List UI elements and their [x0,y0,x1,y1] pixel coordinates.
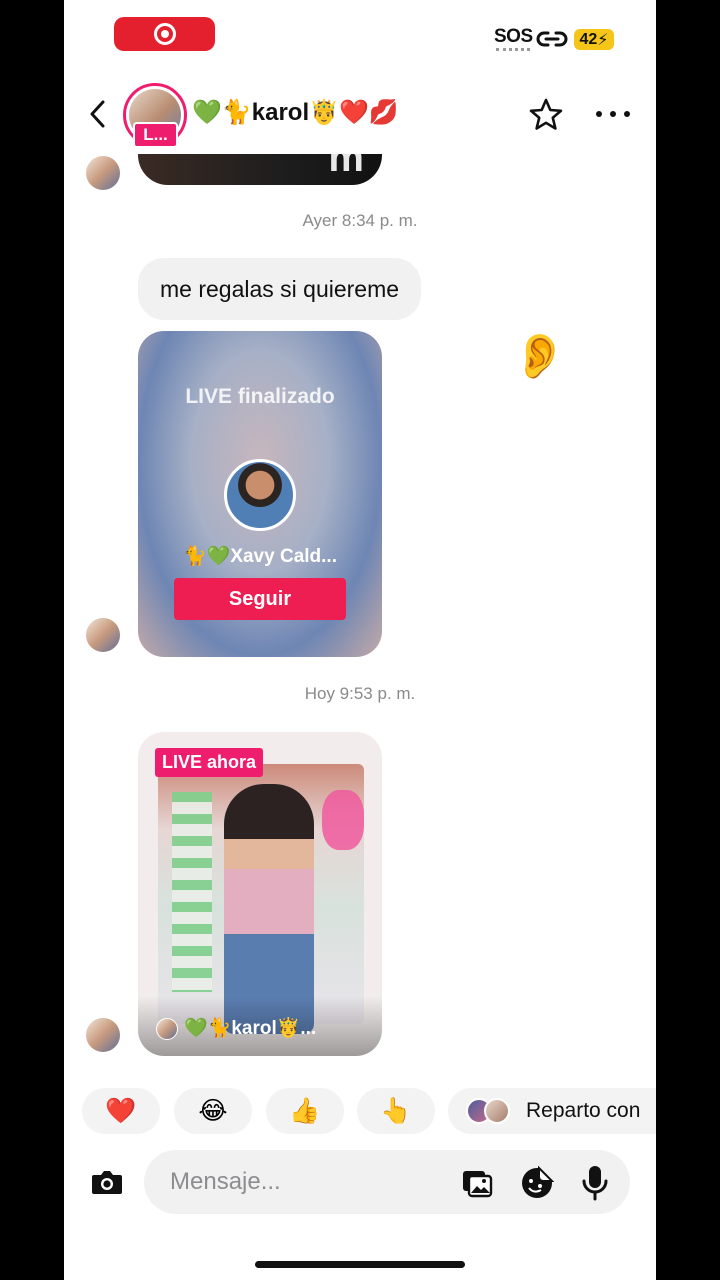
status-bar: SOS 42 ⚡ [64,0,656,80]
message-composer [64,1150,656,1216]
streamer-avatar[interactable] [224,459,296,531]
record-icon [153,23,176,45]
live-badge: L... [133,122,178,148]
home-indicator[interactable] [255,1261,465,1268]
more-icon[interactable] [596,104,630,124]
thumbnail-decoration [322,790,364,850]
live-now-badge: LIVE ahora [155,748,264,777]
live-ended-card[interactable]: LIVE finalizado 🐈💚Xavy Cald... Seguir [138,331,382,657]
sender-avatar[interactable] [84,154,122,192]
charging-icon: ⚡ [597,31,609,49]
thumbnail-background-shelf [172,792,212,992]
follow-button[interactable]: Seguir [174,578,346,620]
star-icon[interactable] [528,97,564,133]
quick-reaction-laugh[interactable]: 😂 [174,1088,252,1134]
streamer-avatar-small [156,1018,178,1040]
contact-name[interactable]: 💚🐈karol🤴❤️💋 [192,98,399,127]
screen-recording-indicator[interactable] [114,17,215,51]
message-reaction[interactable]: 👂 [512,330,567,382]
streamer-name: 💚🐈karol🤴... [184,1018,317,1039]
previous-media-message[interactable]: m [138,152,382,185]
live-now-card[interactable]: LIVE ahora 💚🐈karol🤴... [138,732,382,1056]
sender-avatar[interactable] [84,1016,122,1054]
streamer-name: 🐈💚Xavy Cald... [183,546,337,567]
sos-label: SOS [494,26,533,47]
battery-indicator: 42 ⚡ [574,29,614,50]
gallery-icon[interactable] [460,1166,494,1200]
signal-dots [496,48,530,51]
share-label: Reparto con [526,1099,641,1122]
quick-reaction-heart[interactable]: ❤️ [82,1088,160,1134]
message-bubble[interactable]: me regalas si quiereme [138,258,422,320]
message-list[interactable]: m Ayer 8:34 p. m. me regalas si quiereme… [64,150,656,1080]
quick-reaction-thumbs-up[interactable]: 👍 [266,1088,344,1134]
camera-icon[interactable] [90,1167,124,1197]
dot [610,111,616,117]
sticker-icon[interactable] [520,1166,554,1200]
dot [624,111,630,117]
timestamp: Ayer 8:34 p. m. [302,211,418,230]
message-input[interactable] [170,1150,430,1214]
link-icon [536,31,568,47]
mic-icon[interactable] [580,1164,610,1202]
quick-reactions: ❤️ 😂 👍 👆 Reparto con [64,1088,656,1136]
chat-screen: SOS 42 ⚡ L... 💚🐈karol🤴❤️💋 m Ayer 8:34 p.… [64,0,656,1280]
battery-level: 42 [579,30,598,48]
share-live-button[interactable]: Reparto con [448,1088,656,1134]
live-ended-title: LIVE finalizado [185,385,335,408]
chat-header: L... 💚🐈karol🤴❤️💋 [64,80,656,154]
timestamp: Hoy 9:53 p. m. [304,684,416,703]
message-box [144,1150,630,1214]
live-card-footer: 💚🐈karol🤴... [138,996,382,1056]
share-avatars [466,1098,512,1124]
back-icon[interactable] [86,98,110,130]
dot [596,111,602,117]
quick-reaction-point[interactable]: 👆 [357,1088,435,1134]
sender-avatar[interactable] [84,616,122,654]
